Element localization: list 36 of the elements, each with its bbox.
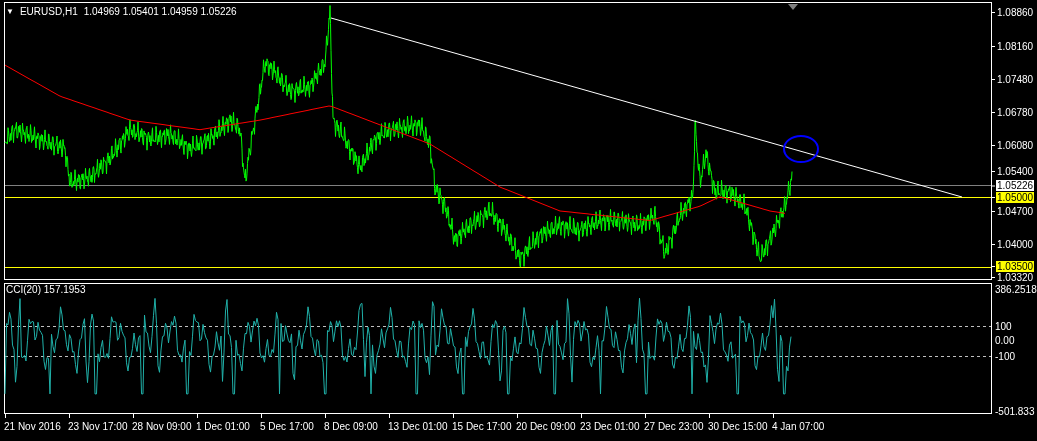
shift-marker-icon[interactable] bbox=[788, 4, 798, 10]
time-axis-label: 15 Dec 17:00 bbox=[452, 421, 513, 432]
time-axis-label: 8 Dec 09:00 bbox=[324, 421, 379, 432]
price-axis-label: 1.03500 bbox=[996, 260, 1035, 272]
time-axis-label: 23 Nov 17:00 bbox=[68, 421, 129, 432]
indicator-title: CCI(20) 157.1953 bbox=[6, 284, 86, 295]
time-axis-label: 1 Dec 01:00 bbox=[196, 421, 251, 432]
time-axis-label: 20 Dec 09:00 bbox=[516, 421, 577, 432]
indicator-axis-label: 0.00 bbox=[995, 334, 1015, 346]
time-axis-label: 5 Dec 17:00 bbox=[260, 421, 315, 432]
time-axis-label: 28 Nov 09:00 bbox=[132, 421, 193, 432]
ellipse-marker bbox=[783, 135, 819, 163]
price-axis-label: 1.07480 bbox=[996, 73, 1035, 85]
price-axis-label: 1.04700 bbox=[996, 205, 1035, 217]
price-axis-label: 1.06780 bbox=[996, 106, 1035, 118]
price-axis-label: 1.05000 bbox=[996, 191, 1035, 203]
time-axis-label: 23 Dec 01:00 bbox=[580, 421, 641, 432]
price-axis-label: 1.08860 bbox=[996, 6, 1035, 18]
dropdown-icon[interactable]: ▼ bbox=[6, 7, 14, 16]
price-axis-label: 1.08160 bbox=[996, 40, 1035, 52]
indicator-axis-label: 386.2518 bbox=[995, 284, 1037, 295]
price-axis-label: 1.06080 bbox=[996, 139, 1035, 151]
price-axis-label: 1.05226 bbox=[996, 180, 1035, 191]
indicator-axis-label: -100 bbox=[995, 350, 1015, 362]
indicator-axis-label: 100 bbox=[995, 320, 1012, 332]
time-axis-label: 4 Jan 07:00 bbox=[772, 421, 826, 432]
price-axis-label: 1.03320 bbox=[996, 271, 1035, 283]
time-axis-label: 27 Dec 23:00 bbox=[644, 421, 705, 432]
time-axis-label: 21 Nov 2016 bbox=[4, 421, 62, 432]
indicator-axis-label: -501.833 bbox=[995, 405, 1035, 417]
price-axis-label: 1.04000 bbox=[996, 238, 1035, 250]
price-axis-label: 1.05400 bbox=[996, 165, 1035, 177]
ohlc-values: 1.04969 1.05401 1.04959 1.05226 bbox=[83, 6, 237, 17]
time-axis-label: 30 Dec 15:00 bbox=[708, 421, 769, 432]
symbol-label: EURUSD,H1 bbox=[19, 6, 78, 17]
time-axis-label: 13 Dec 01:00 bbox=[388, 421, 449, 432]
